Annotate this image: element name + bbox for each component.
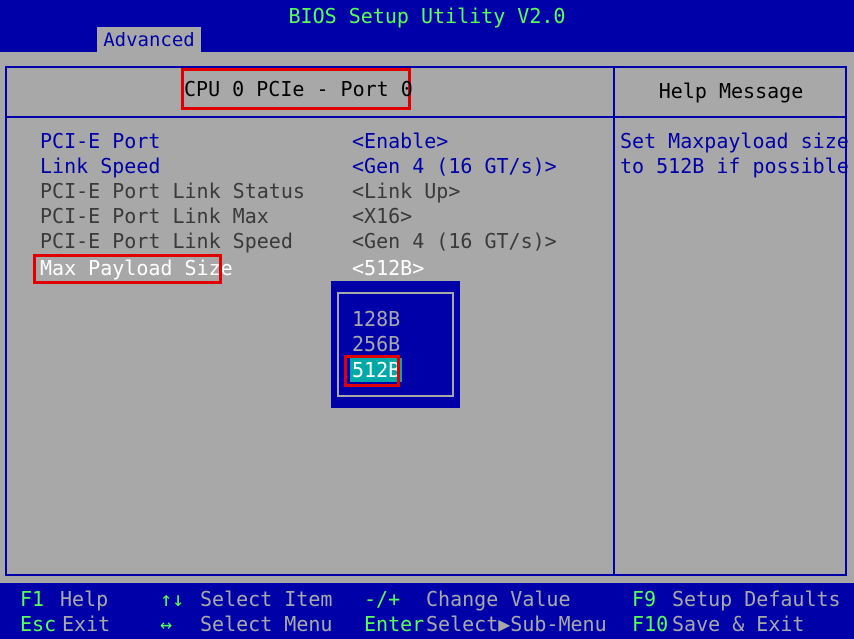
key-enter[interactable]: Enter — [364, 612, 424, 637]
help-line: Set Maxpayload size — [620, 129, 849, 153]
key-enter-label: Select▶Sub-Menu — [426, 612, 607, 636]
setting-value[interactable]: <Enable> — [352, 129, 448, 154]
key-esc-label: Exit — [62, 612, 111, 636]
setting-label: PCI-E Port — [40, 129, 161, 153]
setting-value[interactable]: <Gen 4 (16 GT/s)> — [352, 154, 557, 179]
key-f9[interactable]: F9 — [632, 587, 656, 612]
setting-link-max: PCI-E Port Link Max <X16> — [40, 204, 600, 229]
setting-value: <Gen 4 (16 GT/s)> — [352, 229, 557, 253]
key-change-value: -/+ — [364, 587, 401, 611]
setting-link-current-speed: PCI-E Port Link Speed <Gen 4 (16 GT/s)> — [40, 229, 600, 254]
key-f1[interactable]: F1 — [20, 587, 44, 612]
up-down-arrows-icon: ↑↓ — [160, 587, 185, 611]
panel-divider-vertical — [613, 66, 615, 576]
footer-keys: F1 Help ↑↓ Select Item -/+ Change Value … — [0, 583, 854, 639]
popup-option-256b[interactable]: 256B — [352, 332, 400, 356]
key-f1-label: Help — [60, 587, 109, 611]
popup-option-128b[interactable]: 128B — [352, 307, 400, 331]
title-bar: BIOS Setup Utility V2.0 Advanced — [0, 0, 854, 52]
setting-label: PCI-E Port Link Max — [40, 204, 269, 228]
key-f10-label: Save & Exit — [672, 612, 805, 636]
key-select-item-label: Select Item — [200, 587, 333, 611]
key-change-value-label: Change Value — [426, 587, 571, 611]
setting-pcie-port[interactable]: PCI-E Port <Enable> — [40, 129, 600, 154]
bios-screen: BIOS Setup Utility V2.0 Advanced CPU 0 P… — [0, 0, 854, 639]
left-right-arrows-icon: ↔ — [160, 612, 173, 636]
panel-divider-horizontal — [5, 116, 847, 118]
app-title: BIOS Setup Utility V2.0 — [288, 4, 566, 28]
tab-advanced[interactable]: Advanced — [97, 27, 201, 52]
key-select-menu-label: Select Menu — [200, 612, 333, 636]
setting-link-status: PCI-E Port Link Status <Link Up> — [40, 179, 600, 204]
setting-value: <X16> — [352, 204, 413, 228]
section-title: CPU 0 PCIe - Port 0 — [181, 68, 413, 110]
key-f10[interactable]: F10 — [632, 612, 668, 637]
setting-value[interactable]: <512B> — [352, 256, 424, 281]
setting-label: PCI-E Port Link Speed — [40, 229, 293, 253]
key-f9-label: Setup Defaults — [672, 587, 841, 611]
help-title: Help Message — [658, 79, 804, 103]
setting-label: PCI-E Port Link Status — [40, 179, 305, 203]
highlight-box-label — [33, 254, 222, 284]
setting-value: <Link Up> — [352, 179, 461, 203]
options-popup: 128B 256B 512B — [331, 281, 460, 408]
help-line: to 512B if possible — [620, 154, 849, 178]
setting-link-speed[interactable]: Link Speed <Gen 4 (16 GT/s)> — [40, 154, 600, 179]
setting-label: Link Speed — [40, 154, 161, 178]
key-esc[interactable]: Esc — [20, 612, 56, 637]
highlight-box-option — [344, 355, 400, 387]
main-panel: CPU 0 PCIe - Port 0 Help Message PCI-E P… — [0, 52, 854, 583]
